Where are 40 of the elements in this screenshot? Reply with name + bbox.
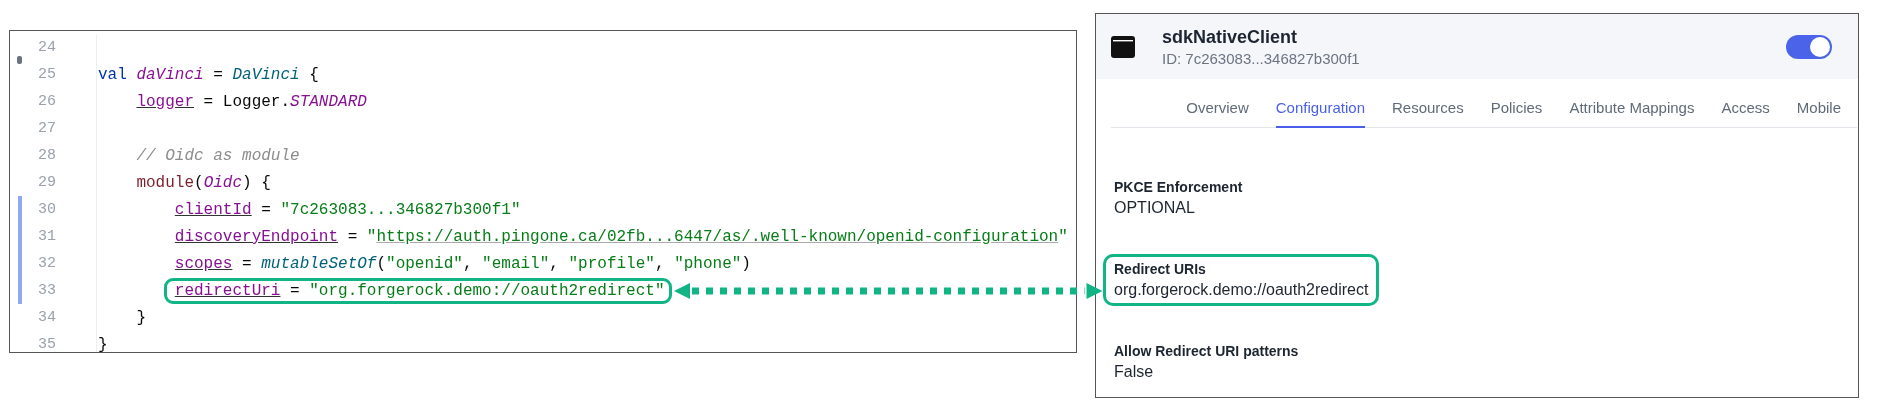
line-number: 29 [37, 174, 57, 191]
field-label: PKCE Enforcement [1114, 179, 1243, 195]
code-line: clientId = "7c263083...346827b300f1" [174, 200, 521, 219]
line-number: 25 [37, 66, 57, 83]
tab[interactable]: Attribute Mappings [1569, 92, 1695, 128]
line-number: 31 [37, 228, 57, 245]
fold-marker[interactable] [17, 56, 22, 64]
line-number: 30 [37, 201, 57, 218]
line-number: 26 [37, 93, 57, 110]
line-number: 34 [37, 309, 57, 326]
tab[interactable]: Overview [1186, 92, 1249, 128]
app-name: sdkNativeClient [1162, 26, 1299, 48]
code-line: } [136, 308, 146, 327]
code-line: // Oidc as module [136, 146, 300, 165]
tab[interactable]: Resources [1392, 92, 1464, 128]
window-icon [1111, 35, 1135, 58]
tab[interactable]: Mobile [1796, 92, 1841, 128]
line-number: 27 [37, 120, 57, 137]
line-number: 33 [37, 282, 57, 299]
code-line: discoveryEndpoint = "https://auth.pingone.ca/02fb...6447/as/.well-known/openid-configuration" [174, 227, 1068, 246]
code-line: scopes = mutableSetOf("openid", "email", "profile", "phone") [174, 254, 751, 273]
line-number: 32 [37, 255, 57, 272]
field-value: OPTIONAL [1114, 199, 1196, 217]
field-value: False [1114, 363, 1155, 381]
tab[interactable]: Configuration [1275, 92, 1365, 128]
app-id: ID: 7c263083...346827b300f1 [1162, 49, 1361, 67]
code-line: } [98, 335, 108, 354]
highlighted-code-line: redirectUri = "org.forgerock.demo://oauth2redirect" [163, 277, 672, 304]
line-number: 28 [37, 147, 57, 164]
tab[interactable]: Access [1721, 92, 1770, 128]
line-number: 35 [37, 336, 57, 353]
field-label: Redirect URIs [1114, 261, 1207, 277]
code-line: logger = Logger.STANDARD [136, 92, 367, 111]
field-label: Allow Redirect URI patterns [1114, 343, 1299, 359]
code-line: module(Oidc) { [136, 173, 271, 192]
tab[interactable]: Policies [1490, 92, 1543, 128]
code-line: val daVinci = DaVinci { [98, 65, 319, 84]
line-number: 24 [37, 39, 57, 56]
field-value: org.forgerock.demo://oauth2redirect [1114, 281, 1369, 299]
enable-toggle[interactable] [1786, 34, 1832, 59]
